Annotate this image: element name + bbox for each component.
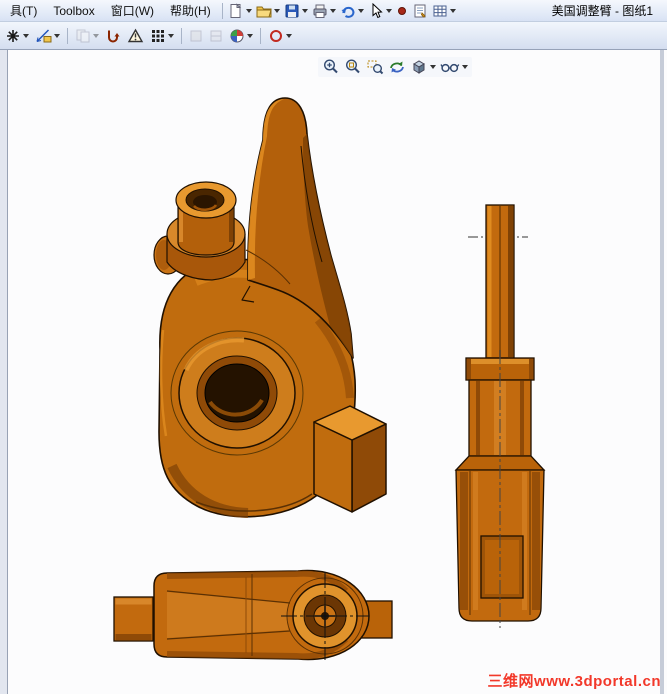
menu-help[interactable]: 帮助(H) (162, 0, 219, 22)
select-pointer-icon[interactable] (366, 2, 394, 20)
chevron-down-icon (329, 8, 336, 13)
draw-circle-icon[interactable] (266, 27, 294, 45)
print-icon[interactable] (310, 2, 338, 20)
copy-icon[interactable] (73, 27, 101, 45)
smart-dimension-icon[interactable] (33, 27, 62, 45)
undo-icon[interactable] (338, 2, 366, 20)
chevron-down-icon (245, 8, 252, 13)
toolbar-separator (221, 2, 223, 19)
new-document-icon[interactable] (226, 2, 254, 20)
window-title: 美国调整臂 - 图纸1 (551, 4, 653, 18)
toolbar-separator (260, 27, 261, 44)
chevron-down-icon (273, 8, 280, 13)
disabled-tool-icon[interactable] (187, 27, 205, 45)
chevron-down-icon (357, 8, 364, 13)
table-grid-icon[interactable] (430, 2, 458, 20)
solidworks-window: 具(T) Toolbox 窗口(W) 帮助(H) 美国调整臂 - 图纸1 三维网… (0, 0, 667, 694)
chevron-down-icon (301, 8, 308, 13)
record-dot-icon[interactable] (394, 2, 410, 20)
disabled-tool2-icon[interactable] (207, 27, 225, 45)
chevron-down-icon (449, 8, 456, 13)
toolbar-separator (67, 27, 68, 44)
chevron-down-icon (23, 33, 29, 38)
toolbar-separator (181, 27, 182, 44)
dot-grid-icon[interactable] (148, 27, 176, 45)
open-folder-icon[interactable] (254, 2, 282, 20)
drawing-sheet[interactable] (0, 50, 667, 694)
menubar: 具(T) Toolbox 窗口(W) 帮助(H) 美国调整臂 - 图纸1 (0, 0, 667, 22)
chevron-down-icon (385, 8, 392, 13)
warning-triangle-icon[interactable] (125, 27, 146, 45)
save-icon[interactable] (282, 2, 310, 20)
annotation-star-icon[interactable] (3, 27, 31, 45)
edit-color-icon[interactable] (227, 27, 255, 45)
chevron-down-icon (168, 33, 174, 38)
chevron-down-icon (247, 33, 253, 38)
sheet-properties-icon[interactable] (410, 2, 430, 20)
drawing-toolbar (0, 22, 667, 50)
bottom-view[interactable] (113, 569, 393, 661)
watermark: 三维网www.3dportal.cn (487, 673, 661, 690)
chevron-down-icon (54, 33, 60, 38)
drawing-canvas[interactable]: 三维网www.3dportal.cn (0, 50, 667, 694)
chevron-down-icon (286, 33, 292, 38)
chevron-down-icon (93, 33, 99, 38)
isometric-view[interactable] (153, 97, 387, 518)
menu-tools[interactable]: 具(T) (2, 0, 45, 22)
menu-toolbox[interactable]: Toolbox (45, 1, 102, 21)
model-items-icon[interactable] (103, 27, 123, 45)
menu-window[interactable]: 窗口(W) (103, 0, 162, 22)
side-view[interactable] (454, 204, 546, 628)
